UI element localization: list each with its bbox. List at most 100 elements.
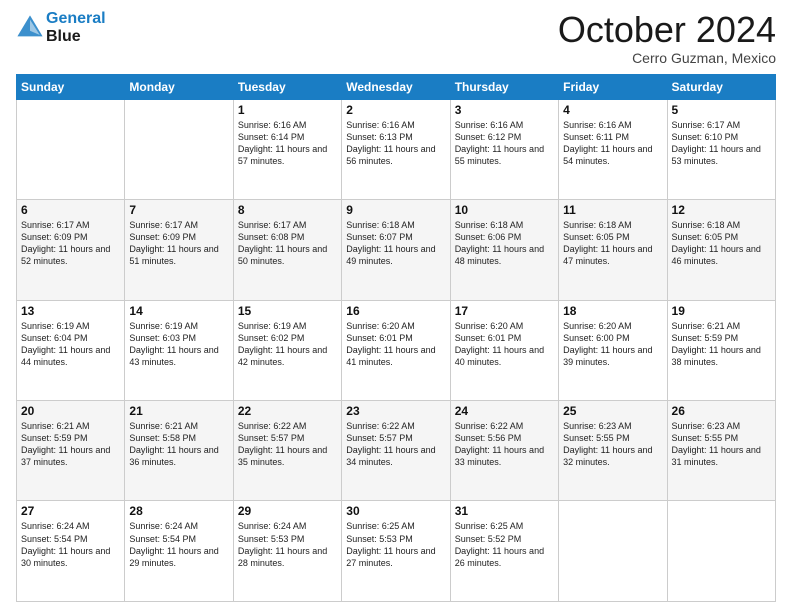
day-cell: 10 Sunrise: 6:18 AMSunset: 6:06 PMDayligh…: [450, 200, 558, 300]
day-cell: 4 Sunrise: 6:16 AMSunset: 6:11 PMDaylight…: [559, 99, 667, 199]
day-cell: 29 Sunrise: 6:24 AMSunset: 5:53 PMDayligh…: [233, 501, 341, 602]
header-cell-thursday: Thursday: [450, 74, 558, 99]
day-cell: 2 Sunrise: 6:16 AMSunset: 6:13 PMDaylight…: [342, 99, 450, 199]
week-row-4: 20Sunrise: 6:21 AMSunset: 5:59 PMDayligh…: [17, 401, 776, 501]
day-number: 7: [129, 203, 228, 217]
day-number: 19: [672, 304, 771, 318]
day-cell: 22 Sunrise: 6:22 AMSunset: 5:57 PMDayligh…: [233, 401, 341, 501]
day-cell: 14Sunrise: 6:19 AMSunset: 6:03 PMDayligh…: [125, 300, 233, 400]
day-info: Sunrise: 6:17 AMSunset: 6:08 PMDaylight:…: [238, 219, 337, 268]
day-number: 9: [346, 203, 445, 217]
day-cell: 6Sunrise: 6:17 AMSunset: 6:09 PMDaylight…: [17, 200, 125, 300]
header: General Blue October 2024 Cerro Guzman, …: [16, 10, 776, 66]
day-number: 25: [563, 404, 662, 418]
day-info: Sunrise: 6:22 AMSunset: 5:57 PMDaylight:…: [238, 420, 337, 469]
day-cell: 11 Sunrise: 6:18 AMSunset: 6:05 PMDayligh…: [559, 200, 667, 300]
day-info: Sunrise: 6:22 AMSunset: 5:57 PMDaylight:…: [346, 420, 445, 469]
day-cell: 3 Sunrise: 6:16 AMSunset: 6:12 PMDaylight…: [450, 99, 558, 199]
day-info: Sunrise: 6:24 AMSunset: 5:54 PMDaylight:…: [21, 520, 120, 569]
day-info: Sunrise: 6:16 AMSunset: 6:11 PMDaylight:…: [563, 119, 662, 168]
day-number: 14: [129, 304, 228, 318]
day-info: Sunrise: 6:16 AMSunset: 6:12 PMDaylight:…: [455, 119, 554, 168]
day-info: Sunrise: 6:24 AMSunset: 5:54 PMDaylight:…: [129, 520, 228, 569]
day-number: 15: [238, 304, 337, 318]
location-title: Cerro Guzman, Mexico: [558, 50, 776, 66]
day-cell: [125, 99, 233, 199]
week-row-3: 13 Sunrise: 6:19 AMSunset: 6:04 PMDayligh…: [17, 300, 776, 400]
day-info: Sunrise: 6:23 AMSunset: 5:55 PMDaylight:…: [563, 420, 662, 469]
day-info: Sunrise: 6:25 AMSunset: 5:53 PMDaylight:…: [346, 520, 445, 569]
day-info: Sunrise: 6:17 AMSunset: 6:10 PMDaylight:…: [672, 119, 771, 168]
day-cell: 18 Sunrise: 6:20 AMSunset: 6:00 PMDayligh…: [559, 300, 667, 400]
day-number: 29: [238, 504, 337, 518]
day-cell: 31Sunrise: 6:25 AMSunset: 5:52 PMDayligh…: [450, 501, 558, 602]
day-cell: 19 Sunrise: 6:21 AMSunset: 5:59 PMDayligh…: [667, 300, 775, 400]
day-info: Sunrise: 6:18 AMSunset: 6:05 PMDaylight:…: [563, 219, 662, 268]
day-cell: 5 Sunrise: 6:17 AMSunset: 6:10 PMDaylight…: [667, 99, 775, 199]
header-cell-wednesday: Wednesday: [342, 74, 450, 99]
calendar-table: SundayMondayTuesdayWednesdayThursdayFrid…: [16, 74, 776, 602]
day-number: 11: [563, 203, 662, 217]
day-info: Sunrise: 6:23 AMSunset: 5:55 PMDaylight:…: [672, 420, 771, 469]
day-cell: 7Sunrise: 6:17 AMSunset: 6:09 PMDaylight…: [125, 200, 233, 300]
day-info: Sunrise: 6:21 AMSunset: 5:59 PMDaylight:…: [672, 320, 771, 369]
day-number: 8: [238, 203, 337, 217]
day-cell: 23 Sunrise: 6:22 AMSunset: 5:57 PMDayligh…: [342, 401, 450, 501]
day-info: Sunrise: 6:18 AMSunset: 6:07 PMDaylight:…: [346, 219, 445, 268]
header-cell-sunday: Sunday: [17, 74, 125, 99]
day-cell: 8 Sunrise: 6:17 AMSunset: 6:08 PMDaylight…: [233, 200, 341, 300]
day-number: 3: [455, 103, 554, 117]
day-number: 2: [346, 103, 445, 117]
header-cell-friday: Friday: [559, 74, 667, 99]
page: General Blue October 2024 Cerro Guzman, …: [0, 0, 792, 612]
day-cell: 16Sunrise: 6:20 AMSunset: 6:01 PMDayligh…: [342, 300, 450, 400]
day-number: 21: [129, 404, 228, 418]
day-number: 22: [238, 404, 337, 418]
day-info: Sunrise: 6:20 AMSunset: 6:01 PMDaylight:…: [455, 320, 554, 369]
day-number: 30: [346, 504, 445, 518]
day-number: 17: [455, 304, 554, 318]
day-number: 20: [21, 404, 120, 418]
day-cell: 15Sunrise: 6:19 AMSunset: 6:02 PMDayligh…: [233, 300, 341, 400]
day-cell: 26Sunrise: 6:23 AMSunset: 5:55 PMDayligh…: [667, 401, 775, 501]
day-cell: 21 Sunrise: 6:21 AMSunset: 5:58 PMDayligh…: [125, 401, 233, 501]
day-number: 18: [563, 304, 662, 318]
month-title: October 2024: [558, 10, 776, 50]
day-cell: 17 Sunrise: 6:20 AMSunset: 6:01 PMDayligh…: [450, 300, 558, 400]
day-cell: 30 Sunrise: 6:25 AMSunset: 5:53 PMDayligh…: [342, 501, 450, 602]
day-cell: 1Sunrise: 6:16 AMSunset: 6:14 PMDaylight…: [233, 99, 341, 199]
day-number: 24: [455, 404, 554, 418]
title-block: October 2024 Cerro Guzman, Mexico: [558, 10, 776, 66]
day-info: Sunrise: 6:22 AMSunset: 5:56 PMDaylight:…: [455, 420, 554, 469]
week-row-5: 27 Sunrise: 6:24 AMSunset: 5:54 PMDayligh…: [17, 501, 776, 602]
day-info: Sunrise: 6:21 AMSunset: 5:58 PMDaylight:…: [129, 420, 228, 469]
day-cell: 9 Sunrise: 6:18 AMSunset: 6:07 PMDaylight…: [342, 200, 450, 300]
day-info: Sunrise: 6:18 AMSunset: 6:06 PMDaylight:…: [455, 219, 554, 268]
day-info: Sunrise: 6:20 AMSunset: 6:01 PMDaylight:…: [346, 320, 445, 369]
day-number: 27: [21, 504, 120, 518]
day-info: Sunrise: 6:16 AMSunset: 6:13 PMDaylight:…: [346, 119, 445, 168]
day-number: 13: [21, 304, 120, 318]
header-cell-saturday: Saturday: [667, 74, 775, 99]
day-info: Sunrise: 6:19 AMSunset: 6:04 PMDaylight:…: [21, 320, 120, 369]
week-row-1: 1Sunrise: 6:16 AMSunset: 6:14 PMDaylight…: [17, 99, 776, 199]
day-info: Sunrise: 6:20 AMSunset: 6:00 PMDaylight:…: [563, 320, 662, 369]
day-cell: 25 Sunrise: 6:23 AMSunset: 5:55 PMDayligh…: [559, 401, 667, 501]
day-number: 31: [455, 504, 554, 518]
day-number: 4: [563, 103, 662, 117]
day-info: Sunrise: 6:24 AMSunset: 5:53 PMDaylight:…: [238, 520, 337, 569]
day-cell: 24 Sunrise: 6:22 AMSunset: 5:56 PMDayligh…: [450, 401, 558, 501]
day-cell: 27 Sunrise: 6:24 AMSunset: 5:54 PMDayligh…: [17, 501, 125, 602]
logo-text: General Blue: [46, 10, 106, 45]
day-cell: 13 Sunrise: 6:19 AMSunset: 6:04 PMDayligh…: [17, 300, 125, 400]
header-cell-tuesday: Tuesday: [233, 74, 341, 99]
day-cell: [667, 501, 775, 602]
day-number: 10: [455, 203, 554, 217]
logo-icon: [16, 14, 44, 42]
day-number: 5: [672, 103, 771, 117]
day-number: 23: [346, 404, 445, 418]
header-row: SundayMondayTuesdayWednesdayThursdayFrid…: [17, 74, 776, 99]
day-cell: [17, 99, 125, 199]
day-number: 28: [129, 504, 228, 518]
day-cell: [559, 501, 667, 602]
